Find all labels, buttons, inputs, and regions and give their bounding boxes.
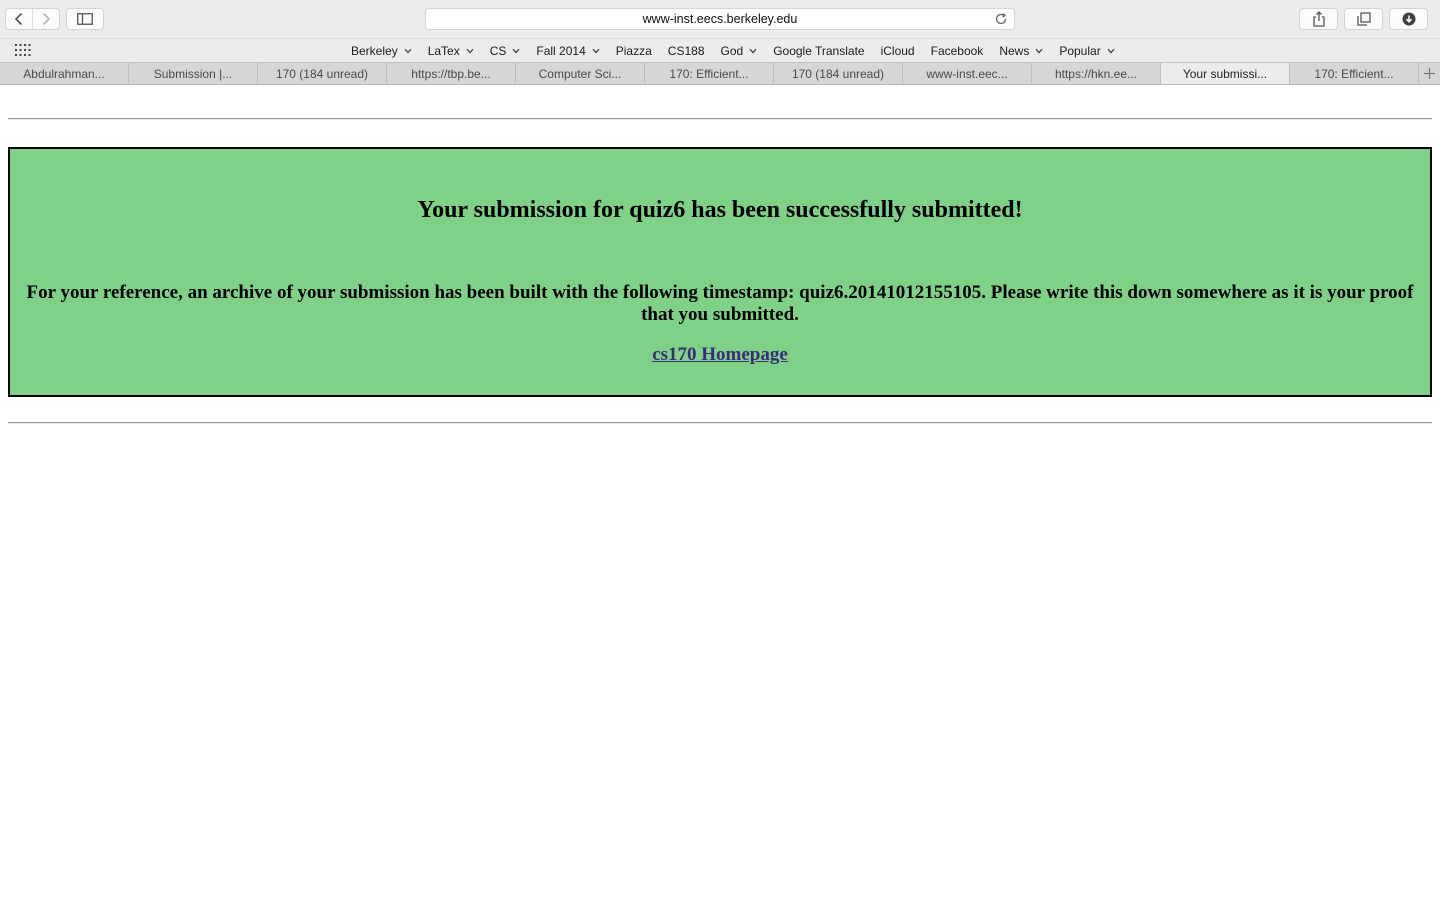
chevron-down-icon (592, 48, 600, 54)
favorite-icloud[interactable]: iCloud (873, 44, 923, 58)
favorite-label: CS (489, 44, 507, 58)
favorite-label: Facebook (930, 44, 984, 58)
homepage-link-container: cs170 Homepage (10, 344, 1430, 366)
tab-label: Submission |... (153, 66, 233, 81)
favorite-facebook[interactable]: Facebook (923, 44, 992, 58)
favorite-label: Piazza (615, 44, 652, 58)
address-text: www-inst.eecs.berkeley.edu (642, 12, 798, 26)
tab-label: https://tbp.be... (411, 66, 491, 81)
confirmation-heading: Your submission for quiz6 has been succe… (417, 197, 1023, 223)
browser-tab[interactable]: 170: Efficient... (645, 63, 774, 84)
reload-icon[interactable] (994, 12, 1008, 26)
favorite-god[interactable]: God (713, 44, 766, 58)
navigation-buttons (5, 8, 60, 30)
favorite-piazza[interactable]: Piazza (608, 44, 660, 58)
address-bar[interactable]: www-inst.eecs.berkeley.edu (425, 8, 1015, 30)
browser-tab[interactable]: Submission |... (129, 63, 258, 84)
tab-overview-button[interactable] (1344, 8, 1383, 30)
browser-tab[interactable]: 170 (184 unread) (258, 63, 387, 84)
share-icon (1312, 11, 1325, 27)
browser-tab[interactable]: 170: Efficient... (1290, 63, 1419, 84)
favorite-news[interactable]: News (991, 44, 1051, 58)
chevron-down-icon (749, 48, 757, 54)
favorite-label: Fall 2014 (536, 44, 586, 58)
tab-label: 170 (184 unread) (791, 66, 885, 81)
chevron-left-icon (14, 12, 23, 26)
favorite-berkeley[interactable]: Berkeley (343, 44, 420, 58)
browser-tab[interactable]: 170 (184 unread) (774, 63, 903, 84)
favorite-label: Popular (1059, 44, 1101, 58)
favorite-label: Berkeley (351, 44, 398, 58)
browser-tab[interactable]: Abdulrahman... (0, 63, 129, 84)
chevron-right-icon (42, 12, 51, 26)
forward-button[interactable] (32, 9, 59, 29)
downloads-button[interactable] (1389, 8, 1428, 30)
browser-tab[interactable]: Computer Sci... (516, 63, 645, 84)
favorites-list: Berkeley LaTex CS Fall 2014 Piazza CS188 God Go… (343, 39, 1123, 63)
favorite-label: Google Translate (773, 44, 865, 58)
tab-label: 170: Efficient... (1314, 66, 1394, 81)
browser-tab[interactable]: Your submissi... (1161, 63, 1290, 84)
download-icon (1402, 12, 1415, 26)
chevron-down-icon (466, 48, 474, 54)
tab-label: Abdulrahman... (23, 66, 105, 81)
new-tab-button[interactable] (1419, 63, 1440, 84)
cs170-homepage-link[interactable]: cs170 Homepage (652, 344, 788, 365)
chevron-down-icon (404, 48, 412, 54)
horizontal-rule-top (8, 118, 1432, 120)
favorite-cs[interactable]: CS (482, 44, 529, 58)
favorite-google-translate[interactable]: Google Translate (765, 44, 872, 58)
favorite-label: God (720, 44, 744, 58)
tab-label: www-inst.eec... (926, 66, 1008, 81)
favorites-bar: Berkeley LaTex CS Fall 2014 Piazza CS188 God Go… (0, 38, 1440, 62)
submission-confirmation-panel: Your submission for quiz6 has been succe… (8, 147, 1432, 397)
tab-bar: Abdulrahman... Submission |... 170 (184 un… (0, 62, 1440, 85)
sidebar-icon (77, 13, 93, 25)
chevron-down-icon (512, 48, 520, 54)
sidebar-button[interactable] (66, 8, 104, 30)
favorite-latex[interactable]: LaTex (420, 44, 482, 58)
share-button[interactable] (1299, 8, 1338, 30)
browser-toolbar: www-inst.eecs.berkeley.edu (0, 0, 1440, 38)
chevron-down-icon (1107, 48, 1115, 54)
plus-icon (1424, 68, 1435, 79)
timestamp-message: For your reference, an archive of your s… (26, 282, 1414, 325)
chevron-down-icon (1035, 48, 1043, 54)
browser-tab[interactable]: www-inst.eec... (903, 63, 1032, 84)
back-button[interactable] (6, 9, 32, 29)
tabs-icon (1356, 12, 1371, 26)
favorite-popular[interactable]: Popular (1051, 44, 1122, 58)
favorite-label: News (999, 44, 1030, 58)
favorite-fall-2014[interactable]: Fall 2014 (528, 44, 607, 58)
tab-label: https://hkn.ee... (1054, 66, 1138, 81)
tab-label: Your submissi... (1182, 66, 1268, 81)
tab-label: 170 (184 unread) (275, 66, 369, 81)
horizontal-rule-bottom (8, 422, 1432, 424)
browser-tab[interactable]: https://hkn.ee... (1032, 63, 1161, 84)
browser-tab[interactable]: https://tbp.be... (387, 63, 516, 84)
tab-label: Computer Sci... (538, 66, 622, 81)
tab-label: 170: Efficient... (669, 66, 749, 81)
favorite-label: CS188 (667, 44, 705, 58)
favorite-cs188[interactable]: CS188 (660, 44, 713, 58)
favorite-label: iCloud (880, 44, 915, 58)
top-sites-grid-icon[interactable] (15, 44, 31, 56)
favorite-label: LaTex (427, 44, 460, 58)
